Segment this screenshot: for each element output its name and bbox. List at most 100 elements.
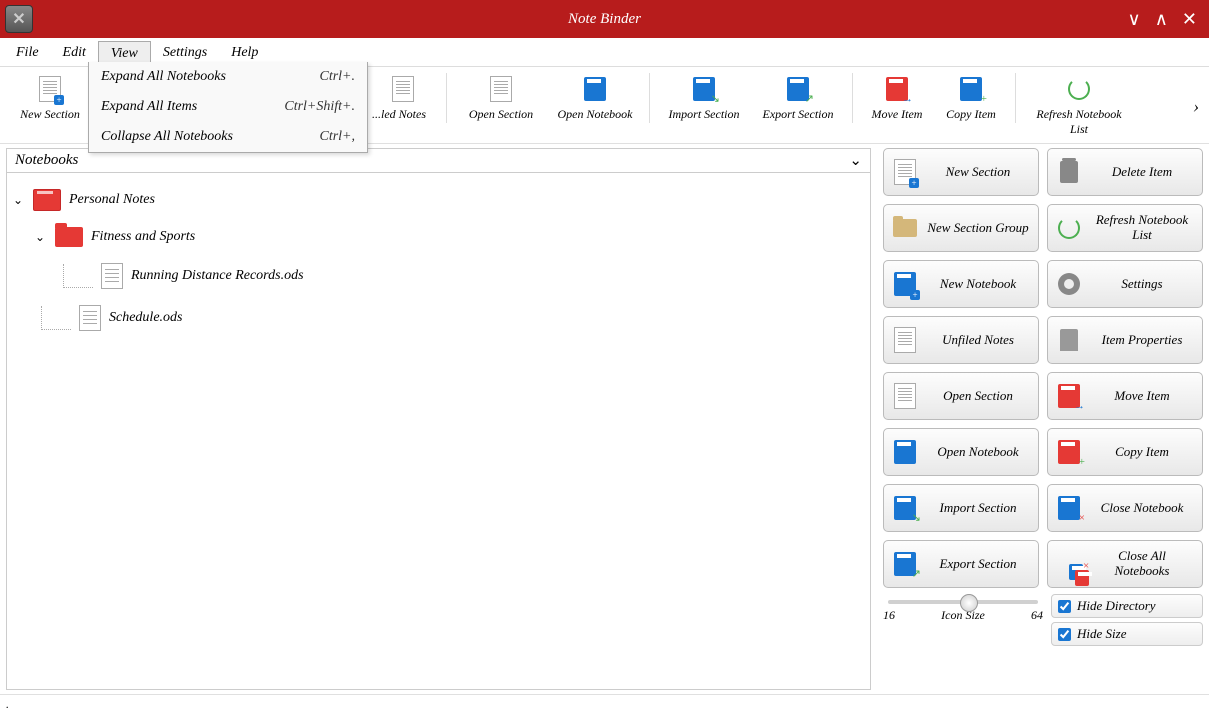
sheet-icon [392,76,414,102]
chevron-down-icon[interactable]: ⌄ [849,151,862,170]
dd-shortcut: Ctrl+, [319,129,355,145]
tb-open-section[interactable]: Open Section [455,73,547,124]
tb-label: New Section [20,107,80,122]
tb-label: Copy Item [946,107,996,122]
maximize-icon[interactable]: ∧ [1155,9,1168,30]
btn-label: Copy Item [1090,445,1194,460]
tb-label: Open Notebook [558,107,633,122]
tb-import-section[interactable]: ↘ Import Section [658,73,750,124]
tb-label: Export Section [763,107,834,122]
tb-label: Open Section [469,107,533,122]
statusbar: . [0,694,1209,716]
btn-export-section[interactable]: ↗ Export Section [883,540,1039,588]
notebook-blue-icon [584,77,606,101]
toolbar-scroll-right-icon[interactable]: › [1187,90,1205,123]
notebook-close-icon: × [1058,496,1080,520]
btn-label: Close Notebook [1090,501,1194,516]
btn-label: Move Item [1090,389,1194,404]
btn-unfiled-notes[interactable]: Unfiled Notes [883,316,1039,364]
window-menu-icon[interactable]: ✕ [5,5,33,33]
tree-panel: Notebooks ⌄ ⌄ Personal Notes ⌄ Fitness a… [6,148,871,690]
btn-label: Export Section [926,557,1030,572]
btn-import-section[interactable]: ↘ Import Section [883,484,1039,532]
dd-shortcut: Ctrl+Shift+. [284,99,355,115]
caret-icon[interactable]: ⌄ [35,230,47,245]
check-hide-directory[interactable]: Hide Directory [1051,594,1203,618]
minimize-icon[interactable]: ∨ [1128,9,1141,30]
btn-label: Item Properties [1090,333,1194,348]
toolbar-separator [852,73,853,123]
sheet-icon: + [39,76,61,102]
slider-max: 64 [1031,608,1043,623]
trash-icon [1060,161,1078,183]
folder-icon [893,219,917,237]
menu-file[interactable]: File [4,41,51,66]
btn-label: Close All Notebooks [1090,549,1194,579]
tb-move-item[interactable]: → Move Item [861,73,933,124]
icon-size-slider[interactable] [888,600,1038,604]
notebook-export-icon: ↗ [787,77,809,101]
tb-refresh-notebook-list[interactable]: Refresh Notebook List [1024,73,1134,139]
tree-node-schedule[interactable]: Schedule.ods [13,297,864,339]
notebook-move-icon: → [886,77,908,101]
btn-copy-item[interactable]: + Copy Item [1047,428,1203,476]
notebook-blue-icon: + [894,272,916,296]
notebook-move-icon: → [1058,384,1080,408]
tb-new-section[interactable]: + New Section [4,73,96,124]
btn-new-notebook[interactable]: + New Notebook [883,260,1039,308]
btn-label: Import Section [926,501,1030,516]
tb-unfiled-notes[interactable]: ...led Notes [368,73,438,124]
tree-node-label: Personal Notes [69,192,155,208]
close-icon[interactable]: ✕ [1182,9,1197,30]
tb-label: Move Item [872,107,923,122]
refresh-icon [1068,78,1090,100]
sheet-icon: + [894,159,916,185]
btn-new-section-group[interactable]: New Section Group [883,204,1039,252]
tree-node-running[interactable]: Running Distance Records.ods [13,255,864,297]
tree-node-fitness[interactable]: ⌄ Fitness and Sports [13,219,864,255]
btn-close-all-notebooks[interactable]: × Close All Notebooks [1047,540,1203,588]
btn-label: Open Notebook [926,445,1030,460]
tb-export-section[interactable]: ↗ Export Section [752,73,844,124]
notebook-export-icon: ↗ [894,552,916,576]
btn-delete-item[interactable]: Delete Item [1047,148,1203,196]
btn-new-section[interactable]: + New Section [883,148,1039,196]
notebook-copy-icon: + [960,77,982,101]
btn-item-properties[interactable]: Item Properties [1047,316,1203,364]
btn-close-notebook[interactable]: × Close Notebook [1047,484,1203,532]
tree-node-personal-notes[interactable]: ⌄ Personal Notes [13,181,864,219]
toolbar-separator [649,73,650,123]
btn-label: New Section Group [926,221,1030,236]
dd-collapse-all-notebooks[interactable]: Collapse All Notebooks Ctrl+, [89,122,367,152]
slider-min: 16 [883,608,895,623]
btn-refresh-notebook-list[interactable]: Refresh Notebook List [1047,204,1203,252]
btn-label: Refresh Notebook List [1090,213,1194,243]
tree-node-label: Fitness and Sports [91,229,195,245]
btn-label: Unfiled Notes [926,333,1030,348]
tree-node-label: Schedule.ods [109,310,182,326]
toolbar-separator [1015,73,1016,123]
file-icon [101,263,123,289]
sheet-open-icon [490,76,512,102]
titlebar: ✕ Note Binder ∨ ∧ ✕ [0,0,1209,38]
btn-settings[interactable]: Settings [1047,260,1203,308]
btn-open-section[interactable]: Open Section [883,372,1039,420]
dd-label: Expand All Items [101,99,197,115]
tree: ⌄ Personal Notes ⌄ Fitness and Sports Ru… [7,173,870,347]
dd-label: Expand All Notebooks [101,69,226,85]
tb-label: Refresh Notebook List [1026,107,1132,137]
dd-expand-all-items[interactable]: Expand All Items Ctrl+Shift+. [89,92,367,122]
tree-node-label: Running Distance Records.ods [131,268,304,284]
tb-open-notebook[interactable]: Open Notebook [549,73,641,124]
checkbox[interactable] [1058,628,1071,641]
tree-connector [63,264,93,288]
btn-label: Settings [1090,277,1194,292]
btn-move-item[interactable]: → Move Item [1047,372,1203,420]
caret-icon[interactable]: ⌄ [13,193,25,208]
dd-expand-all-notebooks[interactable]: Expand All Notebooks Ctrl+. [89,62,367,92]
tb-label: Import Section [669,107,740,122]
btn-open-notebook[interactable]: Open Notebook [883,428,1039,476]
checkbox[interactable] [1058,600,1071,613]
check-hide-size[interactable]: Hide Size [1051,622,1203,646]
tb-copy-item[interactable]: + Copy Item [935,73,1007,124]
